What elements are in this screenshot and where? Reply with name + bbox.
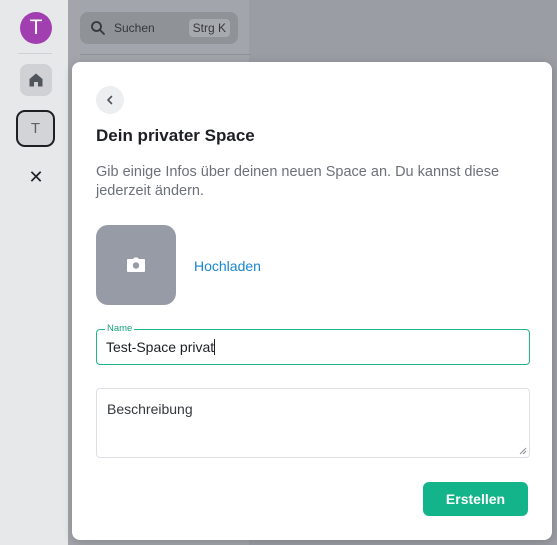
- name-field[interactable]: Name Test-Space privat: [96, 323, 530, 365]
- modal-title: Dein privater Space: [96, 126, 255, 145]
- create-space-modal: Dein privater Space Gib einige Infos übe…: [72, 62, 552, 540]
- resize-handle-icon[interactable]: [519, 447, 527, 455]
- camera-icon: [127, 257, 145, 272]
- description-placeholder: Beschreibung: [107, 401, 193, 417]
- close-icon[interactable]: ✕: [28, 168, 44, 186]
- home-icon: [29, 73, 43, 87]
- search-placeholder: Suchen: [114, 21, 155, 35]
- upload-link[interactable]: Hochladen: [194, 258, 261, 274]
- left-rail: T T ✕: [0, 0, 68, 545]
- space-button[interactable]: T: [16, 110, 55, 147]
- name-value: Test-Space privat: [106, 339, 215, 355]
- create-button[interactable]: Erstellen: [423, 482, 528, 516]
- description-field[interactable]: Beschreibung: [96, 388, 530, 458]
- modal-subtitle: Gib einige Infos über deinen neuen Space…: [96, 164, 500, 199]
- back-button[interactable]: [96, 86, 124, 114]
- panel-divider: [80, 54, 250, 55]
- name-field-label: Name: [105, 323, 135, 335]
- search-shortcut: Strg K: [188, 19, 230, 37]
- home-button[interactable]: [20, 64, 52, 96]
- rail-divider: [18, 53, 52, 54]
- avatar-upload-tile[interactable]: [96, 225, 176, 305]
- back-chevron-icon: [107, 95, 113, 105]
- search-bar[interactable]: Suchen Strg K: [80, 12, 238, 44]
- user-avatar[interactable]: T: [20, 12, 52, 44]
- name-input[interactable]: Test-Space privat: [106, 339, 216, 355]
- search-icon: [91, 21, 105, 35]
- text-caret: [214, 339, 216, 355]
